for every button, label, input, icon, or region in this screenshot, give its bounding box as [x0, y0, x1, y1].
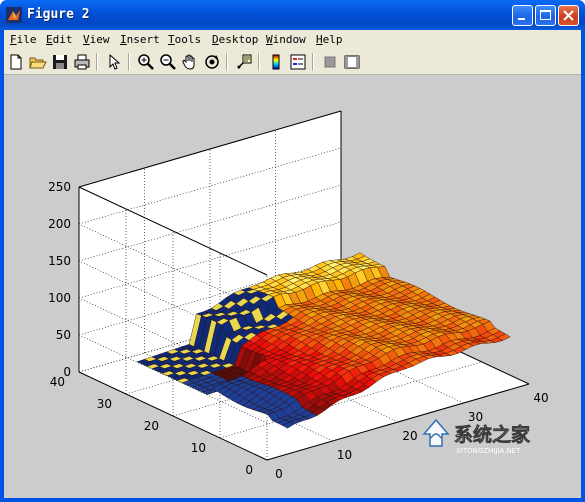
x-tick-label: 0 — [275, 467, 283, 481]
menu-help[interactable]: Help — [316, 33, 343, 46]
zoom-in-icon[interactable] — [136, 52, 156, 72]
rotate-3d-icon[interactable] — [202, 52, 222, 72]
show-plot-tools-icon[interactable] — [342, 52, 362, 72]
matlab-icon — [6, 7, 22, 23]
hide-plot-tools-icon[interactable] — [320, 52, 340, 72]
figure-window: Figure 2 File Edit View Insert Tools Des… — [0, 0, 585, 502]
toolbar — [4, 50, 581, 75]
menu-insert[interactable]: Insert — [120, 33, 160, 46]
menu-window[interactable]: Window — [266, 33, 306, 46]
menu-edit[interactable]: Edit — [46, 33, 73, 46]
y-tick-label: 30 — [97, 397, 112, 411]
toolbar-separator — [226, 53, 228, 71]
toolbar-separator — [96, 53, 98, 71]
data-cursor-icon[interactable] — [234, 52, 254, 72]
watermark-text: 系统之家 — [454, 423, 531, 446]
print-icon[interactable] — [72, 52, 92, 72]
minimize-icon — [518, 18, 525, 20]
new-figure-icon[interactable] — [6, 52, 26, 72]
y-tick-label: 40 — [50, 375, 65, 389]
watermark-logo: 系统之家 XITONGZHIJIA.NET — [422, 418, 531, 455]
open-file-icon[interactable] — [28, 52, 48, 72]
x-tick-label: 20 — [402, 429, 417, 443]
legend-icon[interactable] — [288, 52, 308, 72]
menu-file[interactable]: File — [10, 33, 37, 46]
toolbar-separator — [258, 53, 260, 71]
toolbar-separator — [312, 53, 314, 71]
colorbar-icon[interactable] — [266, 52, 286, 72]
minimize-button[interactable] — [512, 5, 533, 26]
zoom-out-icon[interactable] — [158, 52, 178, 72]
menu-desktop[interactable]: Desktop — [212, 33, 258, 46]
x-tick-label: 40 — [533, 391, 548, 405]
z-tick-label: 50 — [56, 328, 71, 342]
y-tick-label: 0 — [245, 463, 253, 477]
menu-view[interactable]: View — [83, 33, 110, 46]
toolbar-separator — [128, 53, 130, 71]
z-tick-label: 100 — [48, 291, 71, 305]
y-tick-label: 10 — [191, 441, 206, 455]
edit-plot-arrow-icon[interactable] — [104, 52, 124, 72]
maximize-icon — [540, 10, 551, 20]
close-button[interactable] — [558, 5, 579, 26]
window-title: Figure 2 — [27, 7, 90, 22]
z-tick-label: 200 — [48, 217, 71, 231]
pan-hand-icon[interactable] — [180, 52, 200, 72]
y-tick-label: 20 — [144, 419, 159, 433]
x-tick-label: 10 — [337, 448, 352, 462]
title-bar[interactable]: Figure 2 — [0, 0, 585, 30]
z-tick-label: 150 — [48, 254, 71, 268]
menu-bar: File Edit View Insert Tools Desktop Wind… — [4, 30, 581, 50]
watermark-subtext: XITONGZHIJIA.NET — [456, 447, 521, 455]
z-tick-label: 250 — [48, 180, 71, 194]
maximize-button[interactable] — [535, 5, 556, 26]
close-icon — [563, 10, 574, 21]
save-icon[interactable] — [50, 52, 70, 72]
menu-tools[interactable]: Tools — [168, 33, 201, 46]
